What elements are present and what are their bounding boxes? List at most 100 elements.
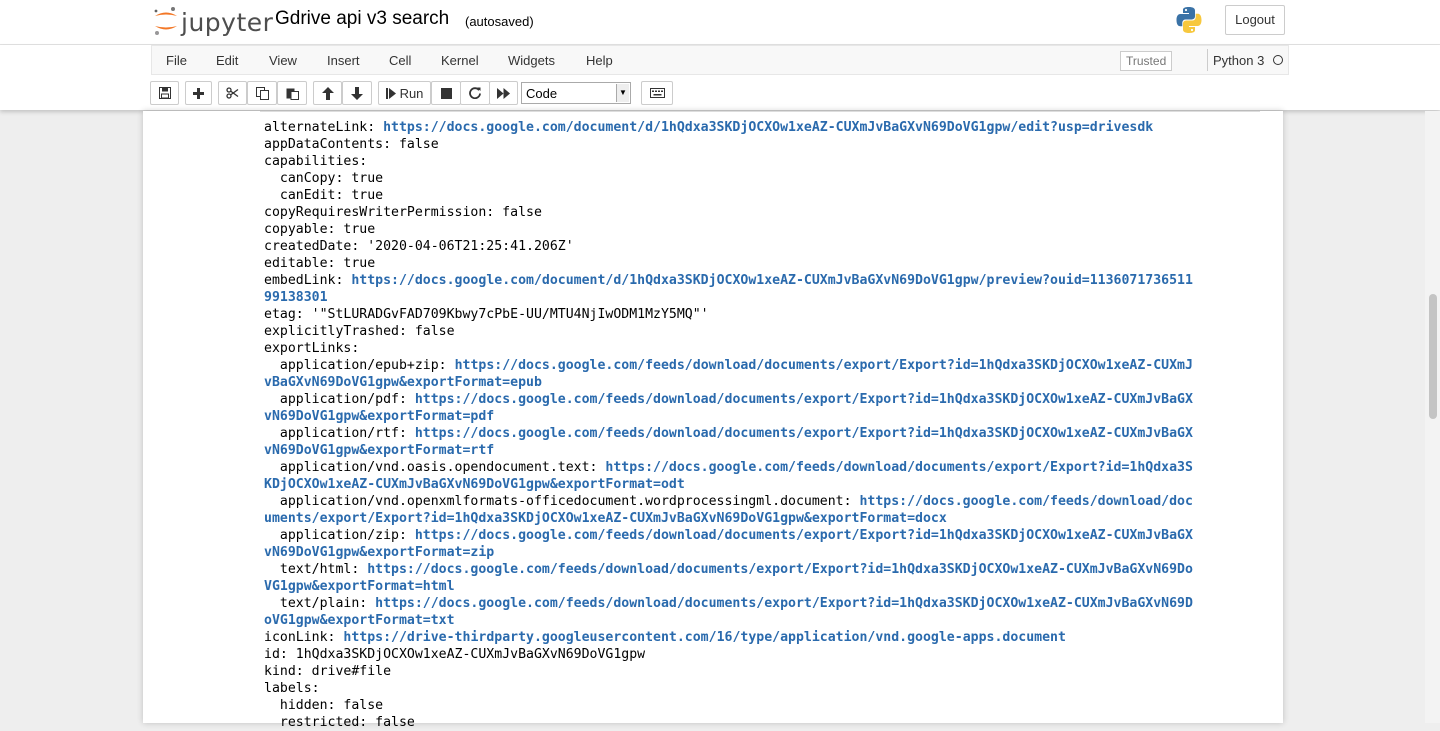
output-link[interactable]: 99138301 [264, 290, 328, 305]
restart-run-all-button[interactable] [489, 81, 518, 105]
output-line: explicitlyTrashed: false [264, 323, 1254, 340]
output-text: capabilities: [264, 154, 368, 169]
output-link[interactable]: oVG1gpw&exportFormat=txt [264, 613, 455, 628]
move-down-button[interactable] [342, 81, 372, 105]
menu-cell[interactable]: Cell [389, 53, 411, 68]
menu-kernel[interactable]: Kernel [441, 53, 479, 68]
cut-button[interactable] [218, 81, 247, 105]
menu-insert[interactable]: Insert [327, 53, 360, 68]
output-text: labels: [264, 681, 320, 696]
output-line: canEdit: true [264, 187, 1254, 204]
menu-file[interactable]: File [166, 53, 187, 68]
output-line: application/pdf: https://docs.google.com… [264, 391, 1254, 408]
output-line: appDataContents: false [264, 136, 1254, 153]
output-line: vBaGXvN69DoVG1gpw&exportFormat=epub [264, 374, 1254, 391]
output-link[interactable]: KDjOCXOw1xeAZ-CUXmJvBaGXvN69DoVG1gpw&exp… [264, 477, 685, 492]
output-link[interactable]: vN69DoVG1gpw&exportFormat=zip [264, 545, 494, 560]
output-link[interactable]: https://docs.google.com/feeds/download/d… [415, 426, 1193, 441]
scissors-icon [226, 87, 239, 99]
restart-kernel-button[interactable] [460, 81, 490, 105]
output-link[interactable]: uments/export/Export?id=1hQdxa3SKDjOCXOw… [264, 511, 947, 526]
menu-view[interactable]: View [269, 53, 297, 68]
menu-help[interactable]: Help [586, 53, 613, 68]
output-link[interactable]: https://docs.google.com/feeds/download/d… [367, 562, 1193, 577]
run-label: Run [399, 85, 424, 101]
output-link[interactable]: vBaGXvN69DoVG1gpw&exportFormat=epub [264, 375, 542, 390]
output-line: vN69DoVG1gpw&exportFormat=zip [264, 544, 1254, 561]
output-line: exportLinks: [264, 340, 1254, 357]
cell-type-value: Code [526, 86, 558, 101]
output-line: copyRequiresWriterPermission: false [264, 204, 1254, 221]
jupyter-logo[interactable]: jupyter [153, 6, 273, 37]
output-line: uments/export/Export?id=1hQdxa3SKDjOCXOw… [264, 510, 1254, 527]
restart-icon [469, 87, 481, 99]
output-link[interactable]: https://docs.google.com/document/d/1hQdx… [383, 120, 1153, 135]
jupyter-logo-icon [154, 7, 177, 35]
save-button[interactable] [150, 81, 179, 105]
output-line: hidden: false [264, 697, 1254, 714]
output-line: id: 1hQdxa3SKDjOCXOw1xeAZ-CUXmJvBaGXvN69… [264, 646, 1254, 663]
output-link[interactable]: https://docs.google.com/feeds/download/d… [859, 494, 1192, 509]
output-line: application/zip: https://docs.google.com… [264, 527, 1254, 544]
run-button[interactable]: Run [378, 81, 431, 105]
output-text: application/epub+zip: [264, 358, 455, 373]
output-text: exportLinks: [264, 341, 360, 356]
copy-button[interactable] [247, 81, 277, 105]
save-icon [158, 87, 171, 99]
output-text: application/rtf: [264, 426, 415, 441]
output-line: text/plain: https://docs.google.com/feed… [264, 595, 1254, 612]
autosave-status: (autosaved) [465, 14, 534, 29]
output-link[interactable]: https://docs.google.com/feeds/download/d… [415, 528, 1193, 543]
output-text: hidden: false [264, 698, 384, 713]
notebook-title[interactable]: Gdrive api v3 search [275, 8, 449, 30]
trusted-indicator[interactable]: Trusted [1120, 51, 1173, 71]
scrollbar-thumb[interactable] [1429, 294, 1437, 419]
output-text: explicitlyTrashed: false [264, 324, 455, 339]
cell-divider [260, 111, 1260, 112]
kernel-idle-icon [1273, 55, 1283, 65]
cell-type-select[interactable]: Code ▼ [521, 82, 631, 104]
output-line: iconLink: https://drive-thirdparty.googl… [264, 629, 1254, 646]
output-text: iconLink: [264, 630, 344, 645]
notebook-container: alternateLink: https://docs.google.com/d… [143, 111, 1283, 730]
output-link[interactable]: https://docs.google.com/feeds/download/d… [415, 392, 1193, 407]
insert-cell-button[interactable] [185, 81, 212, 105]
output-link[interactable]: VG1gpw&exportFormat=html [264, 579, 455, 594]
output-text: application/vnd.oasis.opendocument.text: [264, 460, 606, 475]
output-line: embedLink: https://docs.google.com/docum… [264, 272, 1254, 289]
command-palette-button[interactable] [641, 81, 673, 105]
paste-button[interactable] [277, 81, 307, 105]
output-line: VG1gpw&exportFormat=html [264, 578, 1254, 595]
output-link[interactable]: https://docs.google.com/document/d/1hQdx… [351, 273, 1193, 288]
output-text: text/html: [264, 562, 368, 577]
keyboard-icon [649, 88, 665, 98]
fast-forward-icon [497, 87, 510, 99]
paste-icon [286, 88, 299, 100]
step-forward-icon [385, 87, 396, 99]
move-up-button[interactable] [313, 81, 342, 105]
output-link[interactable]: vN69DoVG1gpw&exportFormat=rtf [264, 443, 494, 458]
output-line: etag: '"StLURADGvFAD709Kbwy7cPbE-UU/MTU4… [264, 306, 1254, 323]
output-line: canCopy: true [264, 170, 1254, 187]
output-line: KDjOCXOw1xeAZ-CUXmJvBaGXvN69DoVG1gpw&exp… [264, 476, 1254, 493]
logout-button[interactable]: Logout [1225, 5, 1285, 35]
output-line: alternateLink: https://docs.google.com/d… [264, 119, 1254, 136]
output-link[interactable]: https://docs.google.com/feeds/download/d… [375, 596, 1193, 611]
output-link[interactable]: https://docs.google.com/feeds/download/d… [605, 460, 1193, 475]
output-link[interactable]: https://docs.google.com/feeds/download/d… [455, 358, 1193, 373]
cell-output: alternateLink: https://docs.google.com/d… [264, 119, 1254, 731]
output-line: application/vnd.openxmlformats-officedoc… [264, 493, 1254, 510]
interrupt-button[interactable] [431, 81, 461, 105]
output-link[interactable]: vN69DoVG1gpw&exportFormat=pdf [264, 409, 494, 424]
output-text: application/vnd.openxmlformats-officedoc… [264, 494, 860, 509]
menu-edit[interactable]: Edit [216, 53, 238, 68]
output-text: application/zip: [264, 528, 415, 543]
output-line: application/epub+zip: https://docs.googl… [264, 357, 1254, 374]
arrow-down-icon [351, 86, 363, 100]
kernel-name[interactable]: Python 3 [1213, 53, 1264, 68]
output-link[interactable]: https://drive-thirdparty.googleuserconte… [343, 630, 1066, 645]
python-logo-icon [1176, 7, 1202, 33]
output-line: capabilities: [264, 153, 1254, 170]
output-text: text/plain: [264, 596, 376, 611]
menu-widgets[interactable]: Widgets [508, 53, 555, 68]
